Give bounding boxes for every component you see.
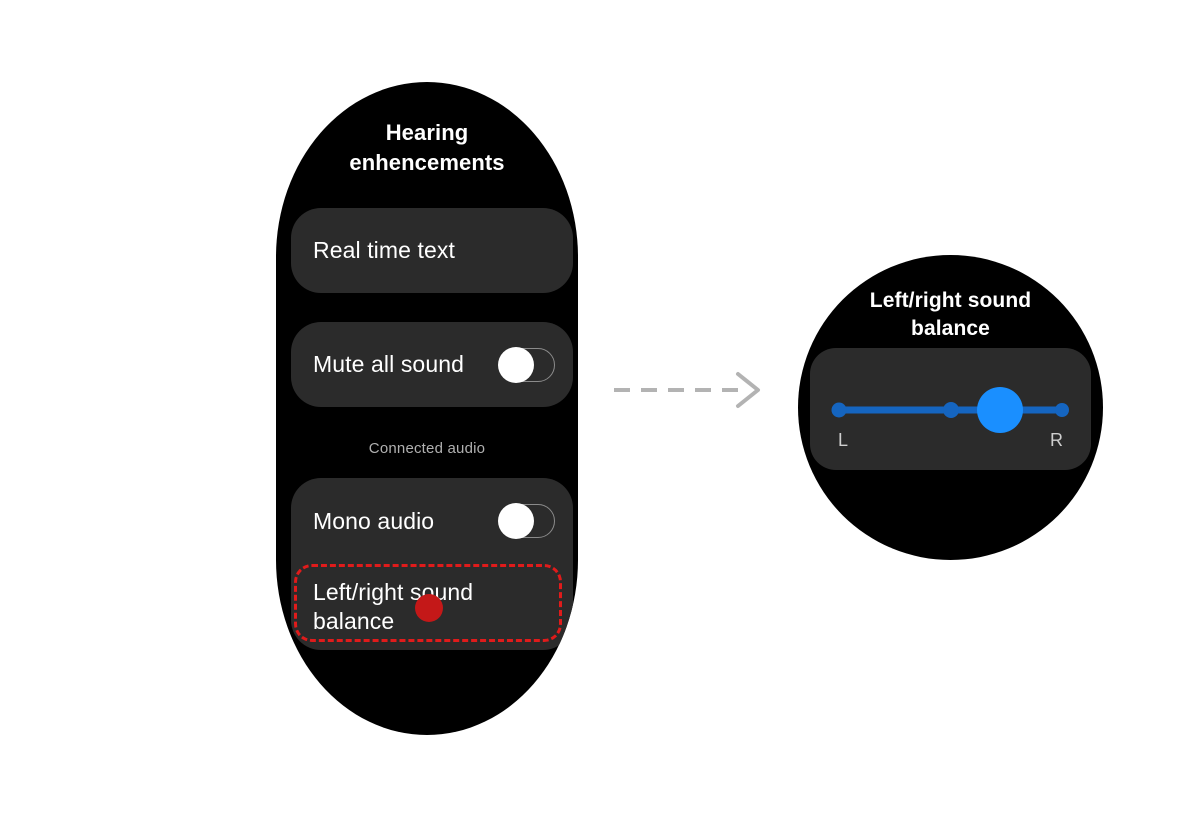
slider-min-label: L bbox=[838, 430, 849, 450]
slider-endpoint-left bbox=[831, 402, 847, 418]
list-item-label: Mute all sound bbox=[313, 351, 464, 377]
page-title-line-2: enhencements bbox=[349, 150, 505, 175]
page-title-line-1: Hearing bbox=[385, 120, 469, 145]
list-item-label: Real time text bbox=[313, 237, 456, 263]
table-row: Mute all sound bbox=[291, 322, 573, 407]
list-item-label-line-2: balance bbox=[313, 608, 395, 634]
page-title: Hearing enhencements bbox=[276, 118, 578, 178]
list-item-mute-all-sound[interactable]: Mute all sound bbox=[291, 322, 573, 407]
list-item-label: Mono audio bbox=[313, 507, 435, 534]
page-title-line-2: balance bbox=[911, 317, 990, 340]
list-item-label-line-1: Left/right sound bbox=[313, 579, 474, 605]
slider-thumb[interactable] bbox=[977, 387, 1023, 433]
list-item-label: Left/right sound balance bbox=[313, 578, 473, 636]
slider-max-label: R bbox=[1050, 430, 1063, 450]
list-item-mono-audio[interactable]: Mono audio bbox=[291, 478, 573, 564]
left-right-balance-slider[interactable] bbox=[810, 348, 1091, 470]
balance-slider-card: L R bbox=[810, 348, 1091, 470]
click-marker-dot bbox=[415, 594, 443, 622]
slider-endpoint-right bbox=[1055, 403, 1069, 417]
toggle-knob bbox=[498, 503, 534, 539]
slider-center-tick bbox=[943, 402, 959, 418]
list-item-real-time-text[interactable]: Real time text bbox=[291, 208, 573, 293]
table-row: Real time text bbox=[291, 208, 573, 293]
hearing-enhancements-screen: Hearing enhencements Real time text Mute… bbox=[276, 82, 578, 735]
page-title: Left/right sound balance bbox=[798, 287, 1103, 343]
dashed-right-arrow-icon bbox=[612, 368, 772, 412]
toggle-mono-audio[interactable] bbox=[498, 503, 555, 539]
section-label-connected-audio: Connected audio bbox=[368, 440, 486, 457]
page-title-line-1: Left/right sound bbox=[869, 289, 1032, 312]
toggle-mute-all-sound[interactable] bbox=[498, 346, 555, 383]
connected-audio-card: Mono audio Left/right sound balance bbox=[291, 478, 573, 650]
left-right-sound-balance-screen: Left/right sound balance L R bbox=[798, 255, 1103, 560]
toggle-knob bbox=[498, 346, 534, 383]
